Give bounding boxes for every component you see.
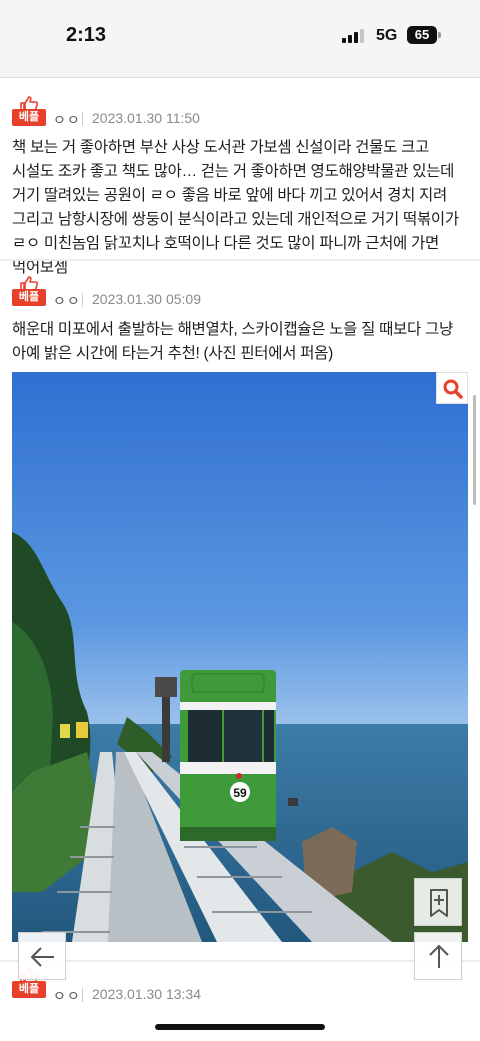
battery-level: 65 (414, 27, 430, 42)
comment-3: 베플 ㅇㅇ 2023.01.30 13:34 (0, 962, 480, 1004)
meta-divider (82, 112, 83, 126)
best-badge-label: 베플 (12, 981, 46, 998)
comment-text: 해운대 미포에서 출발하는 해변열차, 스카이캡슐은 노을 질 때보다 그냥 아… (12, 321, 453, 362)
comment-author[interactable]: ㅇㅇ (53, 291, 81, 311)
best-badge: 베플 (12, 96, 46, 128)
scroll-top-button[interactable] (414, 932, 462, 980)
comment-timestamp: 2023.01.30 11:50 (92, 110, 200, 126)
battery-tip (438, 32, 441, 38)
scrollbar-thumb[interactable] (473, 395, 476, 505)
network-type: 5G (376, 27, 398, 44)
status-time: 2:13 (66, 24, 107, 46)
cellular-signal-icon (342, 29, 368, 43)
arrow-left-icon (30, 947, 54, 967)
bookmark-add-button[interactable] (414, 878, 462, 926)
battery-icon: 65 (407, 26, 437, 44)
home-indicator[interactable] (155, 1024, 325, 1030)
meta-divider (82, 293, 83, 307)
best-badge-label: 베플 (12, 109, 46, 126)
comment-photo-sky-capsule[interactable]: 59 (12, 372, 468, 942)
status-bar: 2:13 5G 65 (0, 0, 480, 78)
comment-timestamp: 2023.01.30 13:34 (92, 986, 201, 1002)
meta-divider (82, 988, 83, 1002)
best-badge: 베플 (12, 276, 46, 308)
comment-author[interactable]: ㅇㅇ (53, 110, 81, 130)
arrow-up-icon (429, 944, 449, 968)
comment-timestamp: 2023.01.30 05:09 (92, 291, 201, 307)
back-button[interactable] (18, 932, 66, 980)
comment-1: 베플 ㅇㅇ 2023.01.30 11:50 책 보는 거 좋아하면 부산 사상… (0, 80, 480, 276)
comment-divider (0, 259, 480, 261)
best-badge-label: 베플 (12, 289, 46, 306)
bookmark-plus-icon (430, 889, 448, 917)
photo-zoom-button[interactable] (436, 372, 468, 404)
comment-author[interactable]: ㅇㅇ (53, 986, 81, 1006)
magnifier-icon (443, 379, 463, 399)
car-number: 59 (233, 786, 247, 800)
